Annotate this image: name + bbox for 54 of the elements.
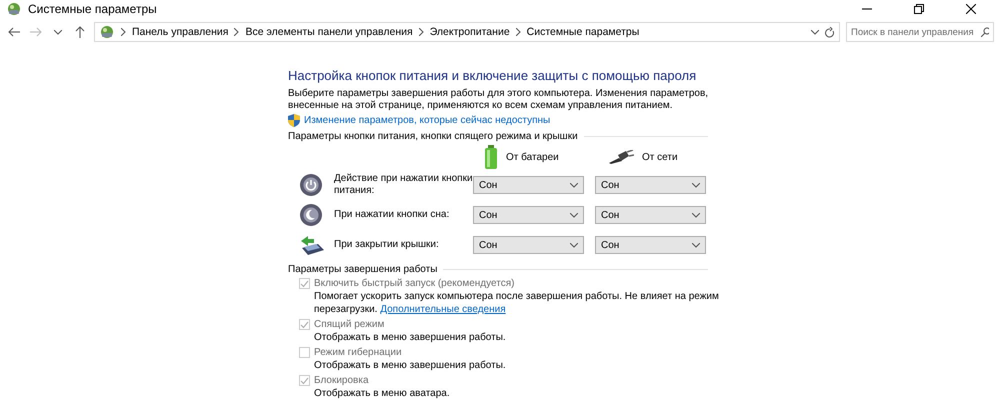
- option-description: Помогает ускорить запуск компьютера после завершения работы. Не влияет на режим перезагрузки. Дополнительные сведения: [313, 290, 720, 316]
- action-dropdown[interactable]: Сон: [473, 176, 584, 194]
- setting-label: Действие при нажатии кнопки питания:: [333, 173, 473, 197]
- chevron-icon: [234, 28, 240, 36]
- chevron-down-icon: [570, 182, 578, 188]
- setting-label: При закрытии крышки:: [333, 239, 440, 251]
- column-header: От батареи: [506, 152, 559, 162]
- option-description: Отображать в меню завершения работы.: [313, 359, 507, 372]
- refresh-icon[interactable]: [825, 26, 835, 38]
- section-title: Параметры кнопки питания, кнопки спящего режима и крышки: [288, 131, 578, 142]
- action-dropdown[interactable]: Сон: [595, 206, 706, 224]
- address-bar[interactable]: Панель управления Все элементы панели управления Электропитание Системные параметры: [94, 22, 840, 42]
- control-panel-icon: [6, 1, 22, 17]
- breadcrumb-item[interactable]: Электропитание: [430, 26, 510, 38]
- chevron-icon: [121, 28, 126, 36]
- chevron-down-icon: [692, 182, 700, 188]
- action-dropdown[interactable]: Сон: [473, 206, 584, 224]
- chevron-down-icon: [570, 212, 578, 218]
- breadcrumb-item[interactable]: Системные параметры: [526, 26, 640, 38]
- chevron-down-icon: [692, 212, 700, 218]
- checkbox-label: Блокировка: [314, 375, 369, 386]
- action-dropdown[interactable]: Сон: [473, 236, 584, 254]
- action-dropdown[interactable]: Сон: [595, 176, 706, 194]
- setting-label: При нажатии кнопки сна:: [333, 209, 450, 221]
- chevron-down-icon: [570, 242, 578, 248]
- plug-icon: [608, 150, 634, 164]
- chevron-down-icon[interactable]: [811, 30, 819, 34]
- search-icon: [981, 27, 989, 37]
- chevron-icon: [418, 28, 424, 36]
- close-icon[interactable]: [966, 4, 976, 14]
- checkbox-label: Спящий режим: [314, 319, 384, 330]
- search-field[interactable]: Поиск в панели управления: [846, 22, 994, 42]
- option-description: Отображать в меню завершения работы.: [313, 331, 507, 344]
- control-panel-icon: [99, 24, 115, 40]
- option-description: Отображать в меню аватара.: [313, 387, 451, 400]
- column-header: От сети: [642, 152, 678, 162]
- section-title: Параметры завершения работы: [288, 264, 438, 275]
- restore-icon[interactable]: [914, 4, 924, 14]
- chevron-icon: [516, 28, 521, 36]
- intro-text: Выберите параметры завершения работы для этого компьютера. Изменения параметров, внесенные на этой странице, применяются ко всем схемам управления питанием.: [288, 88, 710, 112]
- admin-link[interactable]: Изменение параметров, которые сейчас недоступны: [304, 115, 550, 126]
- battery-icon: [484, 145, 498, 169]
- action-dropdown[interactable]: Сон: [595, 236, 706, 254]
- checkbox-label: Режим гибернации: [314, 347, 402, 358]
- back-icon[interactable]: [8, 27, 20, 37]
- page-heading: Настройка кнопок питания и включение защиты с помощью пароля: [288, 68, 696, 83]
- breadcrumb-item[interactable]: Все элементы панели управления: [245, 26, 413, 38]
- window-title: Системные параметры: [28, 2, 157, 16]
- chevron-down-icon: [692, 242, 700, 248]
- checkbox-label: Включить быстрый запуск (рекомендуется): [314, 278, 514, 289]
- up-icon[interactable]: [75, 26, 85, 38]
- breadcrumb-item[interactable]: Панель управления: [132, 26, 228, 38]
- chevron-down-icon[interactable]: [54, 30, 62, 34]
- shield-icon: [288, 114, 300, 127]
